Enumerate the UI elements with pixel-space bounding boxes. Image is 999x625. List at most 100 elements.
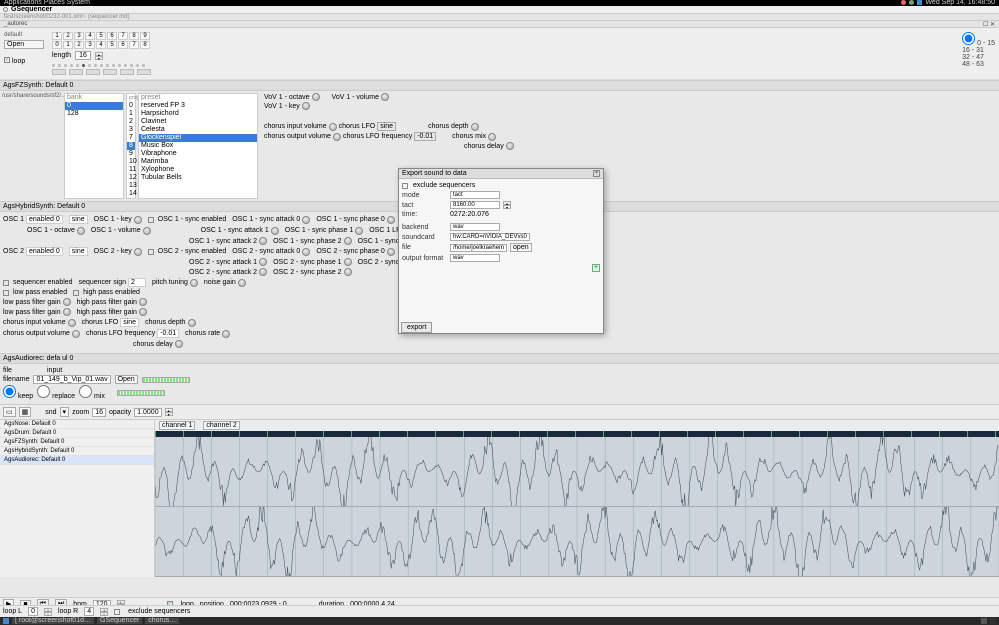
preset-5[interactable]: Music Box — [139, 142, 257, 150]
section-fzsynth[interactable]: AgsFZSynth: Default 0 — [0, 80, 999, 91]
vov1-vol-knob[interactable] — [381, 93, 389, 101]
step-13[interactable] — [124, 64, 127, 67]
mode-mix[interactable] — [79, 385, 92, 398]
excl-seq-chk[interactable] — [114, 609, 120, 615]
vov1-octave-knob[interactable] — [312, 93, 320, 101]
dlg-outfmt-combo[interactable]: wav — [450, 254, 500, 262]
tool-pointer[interactable]: ▭ — [3, 407, 16, 417]
step-10[interactable] — [106, 64, 109, 67]
loopL-spin[interactable]: +− — [44, 608, 52, 616]
lpfg-knob[interactable] — [63, 308, 71, 316]
osc1-syncen-chk[interactable] — [148, 217, 154, 223]
track-2[interactable]: AgsFZSynth: Default 0 — [0, 438, 154, 447]
step-2[interactable] — [58, 64, 61, 67]
osc2-sa0-knob[interactable] — [302, 248, 310, 256]
dlg-open-button[interactable]: open — [510, 243, 532, 252]
workspace-1[interactable] — [981, 618, 987, 624]
step-7[interactable] — [88, 64, 91, 67]
padb-0[interactable]: 0 — [52, 41, 62, 49]
prog-1[interactable]: 1 — [127, 110, 135, 118]
crate-knob[interactable] — [222, 330, 230, 338]
block-4[interactable] — [103, 69, 117, 75]
pad-7[interactable]: 7 — [118, 32, 128, 40]
preset-1[interactable]: Harpsichord — [139, 110, 257, 118]
dlg-file-val[interactable]: /home/joelkraehem — [450, 244, 507, 252]
hpfg-knob[interactable] — [139, 308, 147, 316]
osc1-sp1-knob[interactable] — [355, 227, 363, 235]
pad-8[interactable]: 8 — [129, 32, 139, 40]
bank-128[interactable]: 128 — [65, 110, 123, 118]
clfof-val[interactable]: -0.01 — [157, 329, 179, 338]
chorus-in-knob[interactable] — [329, 123, 337, 131]
net-icon[interactable] — [901, 0, 906, 5]
dialog-titlebar[interactable]: Export sound to data × — [399, 169, 603, 179]
osc1-oct-knob[interactable] — [77, 227, 85, 235]
tab-autorec[interactable]: _autorec — [4, 21, 27, 27]
chorus-lfofreq-val[interactable]: -0.01 — [414, 132, 436, 141]
vol-icon[interactable] — [909, 0, 914, 5]
preset-2[interactable]: Clavinet — [139, 118, 257, 126]
vov1-key-knob[interactable] — [302, 102, 310, 110]
osc2-sp2-knob[interactable] — [344, 268, 352, 276]
mode-keep[interactable] — [3, 385, 16, 398]
clfo-combo[interactable]: sine — [120, 318, 139, 327]
task-gsequencer[interactable]: GSequencer — [97, 618, 142, 624]
track-1[interactable]: AgsDrum: Default 0 — [0, 429, 154, 438]
clock[interactable]: Wed Sep 14, 16:48:50 — [925, 0, 995, 6]
pad-4[interactable]: 4 — [85, 32, 95, 40]
task-chorus[interactable]: chorus… — [145, 618, 179, 624]
opacity-val[interactable]: 1.0000 — [134, 408, 161, 417]
dlg-export-button[interactable]: export — [401, 322, 432, 333]
cdel-knob[interactable] — [175, 340, 183, 348]
noise-knob[interactable] — [238, 279, 246, 287]
step-4[interactable] — [70, 64, 73, 67]
block-2[interactable] — [69, 69, 83, 75]
osc2-enabled[interactable]: enabled 0 — [26, 247, 63, 256]
block-6[interactable] — [137, 69, 151, 75]
section-audiorec[interactable]: AgsAudiorec: defa ul 0 — [0, 353, 999, 364]
padb-2[interactable]: 2 — [74, 41, 84, 49]
hpe-chk[interactable] — [73, 290, 79, 296]
dlg-backend-combo[interactable]: wav — [450, 223, 500, 231]
chorus-mix-knob[interactable] — [488, 133, 496, 141]
open-button[interactable]: Open — [4, 40, 44, 49]
program-list[interactable]: program 0 1 2 3 7 8 9 10 11 12 13 14 — [126, 93, 136, 199]
step-15[interactable] — [136, 64, 139, 67]
track-4[interactable]: AgsAudiorec: Default 0 — [0, 456, 154, 465]
window-menu-icon[interactable] — [3, 7, 8, 12]
step-9[interactable] — [100, 64, 103, 67]
wave-lane-0[interactable] — [155, 437, 999, 507]
padb-1[interactable]: 1 — [63, 41, 73, 49]
cov-knob[interactable] — [72, 330, 80, 338]
osc1-key-knob[interactable] — [134, 216, 142, 224]
chorus-lfo-combo[interactable]: sine — [377, 122, 396, 131]
civ-knob[interactable] — [68, 319, 76, 327]
dlg-add-button[interactable]: + — [592, 264, 600, 272]
prog-12[interactable]: 12 — [127, 174, 135, 182]
osc2-sp0-knob[interactable] — [387, 248, 395, 256]
padb-5[interactable]: 5 — [107, 41, 117, 49]
prog-3[interactable]: 3 — [127, 126, 135, 134]
chorus-depth-knob[interactable] — [471, 123, 479, 131]
lpg-knob[interactable] — [63, 298, 71, 306]
dlg-tact-val[interactable]: 8160.00 — [450, 201, 500, 209]
osc1-sa1-knob[interactable] — [271, 227, 279, 235]
osc2-key-knob[interactable] — [134, 248, 142, 256]
workspace-2[interactable] — [990, 618, 996, 624]
step-14[interactable] — [130, 64, 133, 67]
prog-7[interactable]: 7 — [127, 134, 135, 142]
loopR-val[interactable]: 4 — [84, 607, 94, 616]
pad-6[interactable]: 6 — [107, 32, 117, 40]
preset-6[interactable]: Vibraphone — [139, 150, 257, 158]
file-open-button[interactable]: Open — [115, 375, 138, 384]
range-0-15[interactable] — [962, 32, 975, 45]
padb-6[interactable]: 6 — [118, 41, 128, 49]
length-value[interactable]: 16 — [75, 51, 91, 60]
padb-4[interactable]: 4 — [96, 41, 106, 49]
osc2-sa1-knob[interactable] — [259, 258, 267, 266]
lane-tab-1[interactable]: channel 2 — [203, 421, 239, 430]
block-5[interactable] — [120, 69, 134, 75]
dlg-tact-spin[interactable]: ▴▾ — [503, 201, 511, 209]
task-terminal[interactable]: [ root@screenshot01d… — [12, 618, 94, 624]
loop-checkbox[interactable] — [4, 57, 10, 63]
